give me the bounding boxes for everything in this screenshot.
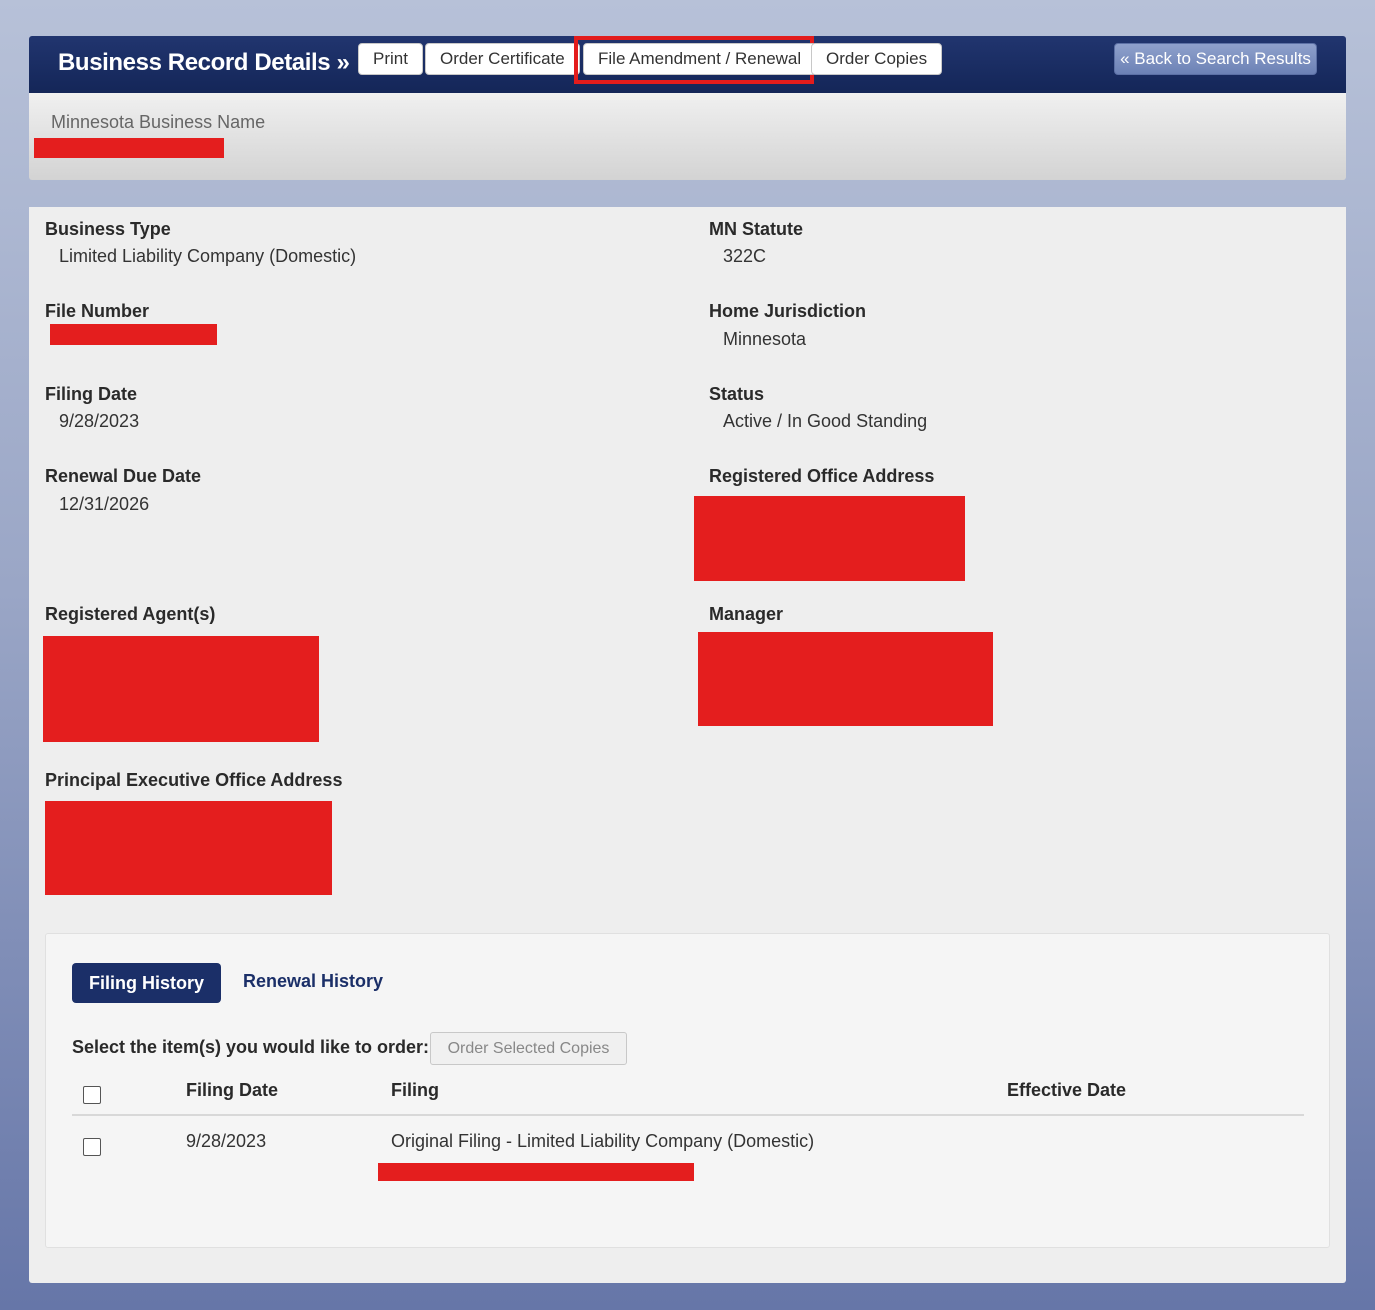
redacted-manager <box>698 632 993 726</box>
business-name-label: Minnesota Business Name <box>51 112 266 132</box>
redacted-registered-agents <box>43 636 319 742</box>
renewal-due-date-label: Renewal Due Date <box>45 466 202 486</box>
status-label: Status <box>709 384 765 404</box>
details-panel: Business Type Limited Liability Company … <box>29 207 1346 1283</box>
page-title: Business Record Details » <box>58 49 350 76</box>
business-name-bar: Minnesota Business Name <box>29 93 1346 180</box>
table-cell-filing-date: 9/28/2023 <box>186 1131 267 1151</box>
redacted-principal-executive-office <box>45 801 332 895</box>
principal-executive-office-label: Principal Executive Office Address <box>45 770 343 790</box>
renewal-due-date-value: 12/31/2026 <box>59 494 150 514</box>
header-bar: Business Record Details » Print Order Ce… <box>29 36 1346 93</box>
home-jurisdiction-label: Home Jurisdiction <box>709 301 867 321</box>
redacted-registered-office-address <box>694 496 965 581</box>
column-header-filing: Filing <box>391 1080 439 1100</box>
registered-office-address-label: Registered Office Address <box>709 466 935 486</box>
file-amendment-renewal-button[interactable]: File Amendment / Renewal <box>583 43 817 75</box>
order-selected-copies-button[interactable]: Order Selected Copies <box>430 1032 627 1065</box>
filing-date-value: 9/28/2023 <box>59 411 140 431</box>
tab-filing-history[interactable]: Filing History <box>72 963 221 1003</box>
status-value: Active / In Good Standing <box>723 411 928 431</box>
column-header-filing-date: Filing Date <box>186 1080 279 1100</box>
manager-label: Manager <box>709 604 784 624</box>
column-header-effective-date: Effective Date <box>1007 1080 1127 1100</box>
filing-date-label: Filing Date <box>45 384 138 404</box>
registered-agents-label: Registered Agent(s) <box>45 604 216 624</box>
row-checkbox[interactable] <box>83 1138 101 1156</box>
redacted-business-name <box>34 138 224 158</box>
select-all-checkbox[interactable] <box>83 1086 101 1104</box>
mn-statute-value: 322C <box>723 246 767 266</box>
home-jurisdiction-value: Minnesota <box>723 329 807 349</box>
mn-statute-label: MN Statute <box>709 219 803 239</box>
print-button[interactable]: Print <box>358 43 423 75</box>
table-header-divider <box>72 1114 1304 1116</box>
file-number-label: File Number <box>45 301 150 321</box>
order-copies-button[interactable]: Order Copies <box>811 43 943 75</box>
table-cell-filing: Original Filing - Limited Liability Comp… <box>391 1131 815 1151</box>
select-items-label: Select the item(s) you would like to ord… <box>72 1037 430 1057</box>
tab-renewal-history[interactable]: Renewal History <box>243 971 383 992</box>
order-certificate-button[interactable]: Order Certificate <box>425 43 580 75</box>
redacted-filing-detail <box>378 1163 694 1181</box>
back-to-search-results-button[interactable]: « Back to Search Results <box>1114 43 1317 75</box>
redacted-file-number <box>50 324 217 345</box>
history-section: Filing History Renewal History Select th… <box>45 933 1330 1248</box>
business-type-label: Business Type <box>45 219 171 239</box>
business-type-value: Limited Liability Company (Domestic) <box>59 246 357 266</box>
